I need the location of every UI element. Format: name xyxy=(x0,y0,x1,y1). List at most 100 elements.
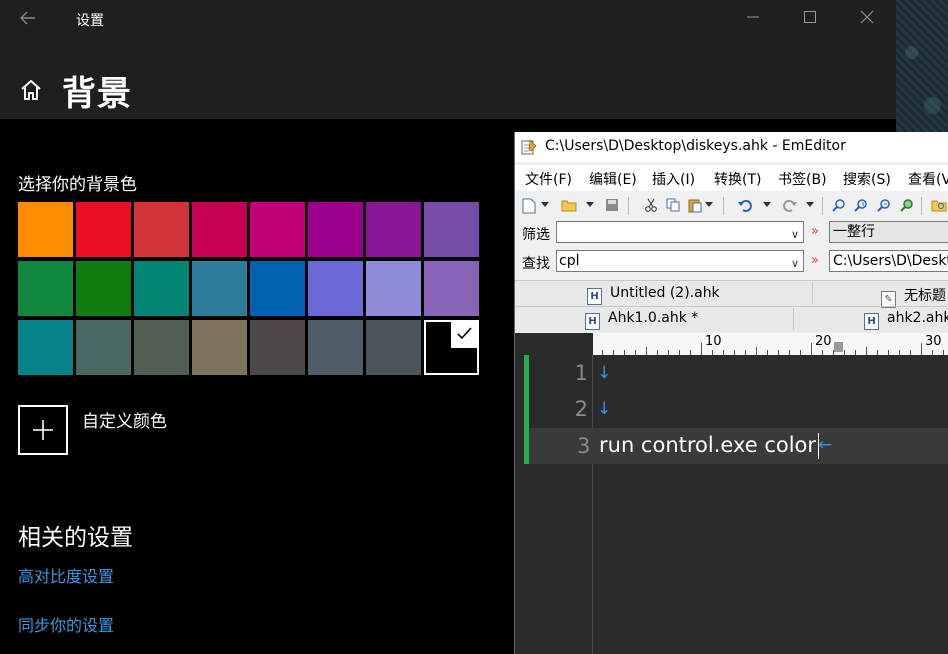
double-chevron-icon[interactable]: » xyxy=(811,224,819,239)
tab-ahk2[interactable]: Hahk2.ahk xyxy=(864,310,948,330)
menu-edit[interactable]: 编辑(E) xyxy=(589,169,637,189)
open-folder-icon[interactable] xyxy=(561,198,577,214)
color-swatch[interactable] xyxy=(18,261,73,316)
tab-separator xyxy=(793,308,794,330)
color-swatch[interactable] xyxy=(250,261,305,316)
line-number: 3 xyxy=(577,434,591,458)
code-line-3: run control.exe color xyxy=(599,433,817,457)
filter-bar: 筛选 ∨ » 一整行 xyxy=(515,220,948,246)
find-icon[interactable] xyxy=(831,198,847,214)
menu-search[interactable]: 搜索(S) xyxy=(843,169,891,189)
tab-separator xyxy=(812,282,813,304)
color-swatch[interactable] xyxy=(424,320,479,375)
related-settings-heading: 相关的设置 xyxy=(18,525,133,551)
ruler-number: 10 xyxy=(705,334,722,349)
tab-untitled-cn[interactable]: ✎ 无标题 xyxy=(881,285,946,308)
new-file-icon[interactable] xyxy=(521,198,537,214)
color-swatch[interactable] xyxy=(76,202,131,257)
color-swatch[interactable] xyxy=(192,320,247,375)
save-icon[interactable] xyxy=(604,198,620,214)
ruler-caret-marker xyxy=(834,342,843,352)
cut-icon[interactable] xyxy=(643,198,659,214)
color-swatch[interactable] xyxy=(366,261,421,316)
ruler-tick xyxy=(921,343,922,355)
color-swatch[interactable] xyxy=(424,202,479,257)
color-swatch[interactable] xyxy=(308,320,363,375)
chevron-down-icon[interactable]: ∨ xyxy=(791,254,799,274)
copy-icon[interactable] xyxy=(665,198,681,214)
find-next-icon[interactable] xyxy=(853,198,869,214)
menu-bookmarks[interactable]: 书签(B) xyxy=(778,169,827,189)
color-swatch[interactable] xyxy=(366,320,421,375)
menu-bar: 文件(F) 编辑(E) 插入(I) 转换(T) 书签(B) 搜索(S) 查看(V… xyxy=(515,165,948,191)
background-color-label: 选择你的背景色 xyxy=(18,175,137,195)
filter-input[interactable]: ∨ xyxy=(556,221,804,243)
custom-color-button[interactable] xyxy=(18,405,68,455)
ahk-file-icon: H xyxy=(864,313,879,330)
toolbar-separator xyxy=(628,197,629,215)
filter-label: 筛选 xyxy=(522,227,550,243)
menu-view[interactable]: 查看(V) xyxy=(908,169,948,189)
color-swatch[interactable] xyxy=(366,202,421,257)
find-prev-icon[interactable] xyxy=(876,198,892,214)
undo-icon[interactable] xyxy=(738,198,754,214)
color-swatch[interactable] xyxy=(308,202,363,257)
color-swatch[interactable] xyxy=(192,202,247,257)
color-swatch[interactable] xyxy=(424,261,479,316)
color-swatch[interactable] xyxy=(134,320,189,375)
color-swatch[interactable] xyxy=(76,261,131,316)
line-number-gutter: 1 2 xyxy=(515,355,593,654)
paste-icon[interactable] xyxy=(687,198,703,214)
menu-insert[interactable]: 插入(I) xyxy=(652,169,695,189)
redo-icon[interactable] xyxy=(781,198,797,214)
page-title: 背景 xyxy=(62,74,132,114)
replace-icon[interactable] xyxy=(899,198,915,214)
close-icon[interactable] xyxy=(852,6,882,32)
color-swatch[interactable] xyxy=(250,320,305,375)
menu-file[interactable]: 文件(F) xyxy=(525,169,572,189)
tab-ahk1[interactable]: H Ahk1.0.ahk * xyxy=(585,310,698,330)
find-input[interactable]: cpl ∨ xyxy=(556,250,804,272)
paste-dropdown-icon[interactable] xyxy=(705,202,713,207)
filter-mode-select[interactable]: 一整行 xyxy=(829,221,948,243)
color-swatch[interactable] xyxy=(134,261,189,316)
toolbar-separator xyxy=(921,197,922,215)
color-swatch[interactable] xyxy=(192,261,247,316)
ruler-number: 20 xyxy=(815,334,832,349)
editor-area[interactable]: 1 2 3 ↓ ↓ run control.exe color ← xyxy=(515,355,948,654)
home-icon[interactable] xyxy=(19,78,43,102)
ruler-tick xyxy=(701,343,702,355)
color-swatch[interactable] xyxy=(18,202,73,257)
ruler-tick xyxy=(646,347,647,355)
color-swatch[interactable] xyxy=(18,320,73,375)
menu-convert[interactable]: 转换(T) xyxy=(714,169,761,189)
color-swatch[interactable] xyxy=(134,202,189,257)
toolbar-separator xyxy=(723,197,724,215)
sync-settings-link[interactable]: 同步你的设置 xyxy=(18,612,114,636)
minimize-icon[interactable] xyxy=(738,6,768,32)
emeditor-title: C:\Users\D\Desktop\diskeys.ahk - EmEdito… xyxy=(545,138,846,154)
color-swatch[interactable] xyxy=(250,202,305,257)
maximize-icon[interactable] xyxy=(795,6,825,32)
search-files-icon[interactable] xyxy=(931,198,947,214)
find-path-input[interactable]: C:\Users\D\Desktop xyxy=(829,250,948,272)
custom-color-label[interactable]: 自定义颜色 xyxy=(82,407,167,432)
double-chevron-icon[interactable]: » xyxy=(811,253,819,268)
color-swatch[interactable] xyxy=(308,261,363,316)
plus-icon xyxy=(33,420,53,440)
redo-dropdown-icon[interactable] xyxy=(806,202,814,207)
chevron-down-icon[interactable]: ∨ xyxy=(791,225,799,245)
ruler-number: 30 xyxy=(925,334,942,349)
back-arrow-icon[interactable] xyxy=(18,8,40,30)
page-header: 背景 xyxy=(0,40,896,119)
high-contrast-link[interactable]: 高对比度设置 xyxy=(18,563,114,587)
find-label: 查找 xyxy=(522,256,550,272)
window-title: 设置 xyxy=(76,13,104,29)
new-dropdown-icon[interactable] xyxy=(541,202,549,207)
color-swatch[interactable] xyxy=(76,320,131,375)
open-dropdown-icon[interactable] xyxy=(586,202,594,207)
tab-untitled-2[interactable]: H Untitled (2).ahk xyxy=(587,285,720,305)
tab-divider xyxy=(515,306,948,307)
emeditor-window: C:\Users\D\Desktop\diskeys.ahk - EmEdito… xyxy=(514,132,948,654)
undo-dropdown-icon[interactable] xyxy=(763,202,771,207)
